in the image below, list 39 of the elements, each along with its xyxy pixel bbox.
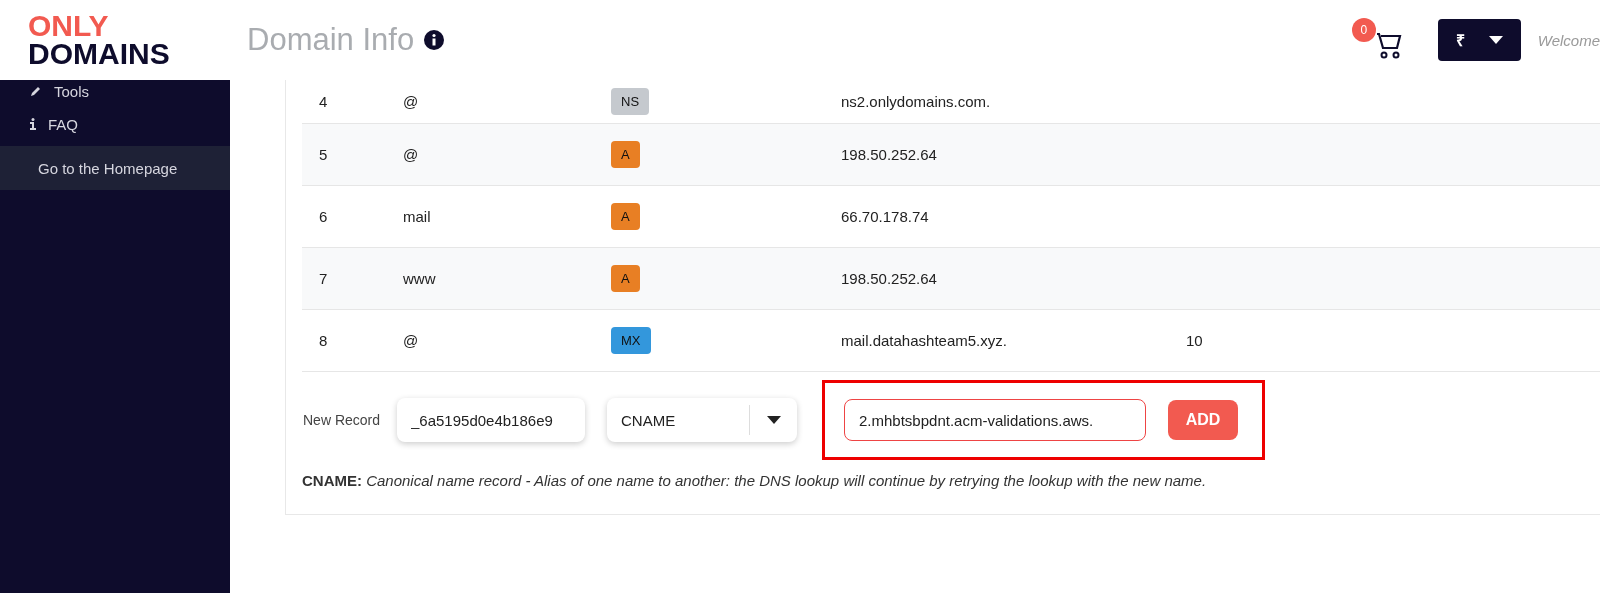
page-title: Domain Info [247, 22, 415, 58]
record-type-tag: NS [611, 88, 650, 115]
name-cell-text: @ [403, 332, 420, 349]
record-type-tag: A [611, 141, 640, 168]
name-cell-text: mail [403, 208, 432, 225]
welcome-text: Welcome [1537, 31, 1600, 49]
caret-icon [766, 416, 781, 424]
sidebar-item[interactable]: Go to the Homepage [0, 146, 230, 190]
info-icon[interactable] [424, 30, 445, 50]
logo[interactable]: ONLY DOMAINS [0, 0, 230, 80]
pencil-icon [30, 85, 42, 97]
name-cell-text: @ [403, 146, 420, 163]
value-input[interactable]: 2.mhbtsbpdnt.acm-validations.aws. [844, 399, 1146, 441]
value-cell-text: mail.datahashteam5.xyz. [841, 332, 1008, 349]
index-cell-text: 5 [319, 146, 329, 163]
value-cell-text: 66.70.178.74 [841, 208, 930, 225]
value-cell-text: 198.50.252.64 [841, 146, 938, 163]
name-input[interactable]: _6a5195d0e4b186e9 [397, 398, 585, 442]
currency-dropdown[interactable]: ₹ [1437, 19, 1521, 61]
record-type-description: CNAME: Canonical name record - Alias of one name to another: the DNS lookup will continue by retrying the lookup with the new name. [302, 472, 1208, 489]
new-record-label: New Record [303, 411, 382, 429]
value-cell-text: 198.50.252.64 [841, 270, 938, 287]
index-cell-text: 8 [319, 332, 329, 349]
priority-cell-text: 10 [1186, 332, 1204, 349]
name-cell-text: @ [403, 93, 420, 110]
sidebar-item[interactable]: Tools [0, 80, 230, 102]
cart-count: 0 [1351, 18, 1376, 42]
index-cell-text: 4 [319, 93, 329, 110]
name-cell-text: www [403, 270, 437, 287]
record-type-tag: MX [611, 327, 651, 354]
record-type-tag: A [611, 203, 640, 230]
sidebar-item[interactable]: FAQ [0, 102, 230, 146]
value-cell-text: ns2.onlydomains.com. [841, 93, 992, 110]
record-type-tag: A [611, 265, 640, 292]
index-cell-text: 7 [319, 270, 329, 287]
type-select[interactable]: CNAME [607, 398, 797, 442]
index-cell-text: 6 [319, 208, 329, 225]
caret-icon [1488, 36, 1503, 44]
info-icon [30, 118, 36, 130]
